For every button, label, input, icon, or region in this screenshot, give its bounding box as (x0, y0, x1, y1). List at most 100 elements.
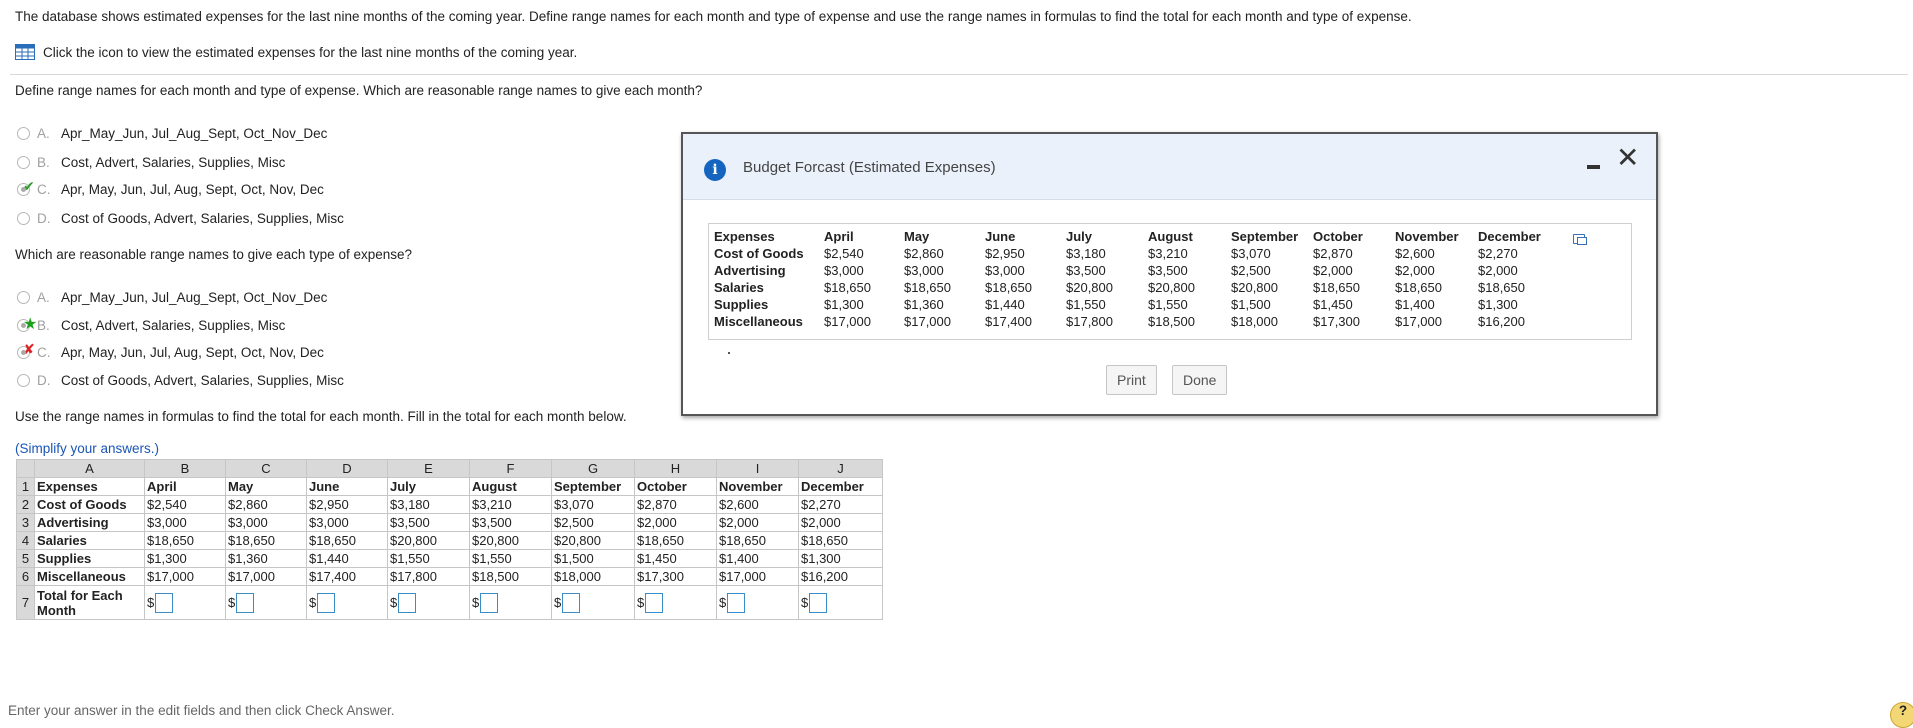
q2-option-b-letter: B. (37, 317, 50, 333)
table-cell: $2,500 (1231, 263, 1271, 278)
row-label: Miscellaneous (714, 314, 803, 329)
done-button[interactable]: Done (1172, 365, 1228, 395)
q1-option-d-letter: D. (37, 210, 51, 226)
q1-radio-b[interactable] (17, 155, 30, 169)
q2-option-c-text: Apr, May, Jun, Jul, Aug, Sept, Oct, Nov,… (61, 344, 324, 360)
dot-marker (728, 352, 730, 354)
table-cell: $1,500 (1231, 297, 1271, 312)
header-cell: April (824, 229, 854, 244)
header-cell: May (225, 477, 307, 496)
table-cell: $3,000 (225, 513, 307, 532)
table-cell: $17,000 (716, 567, 799, 586)
q1-option-d[interactable]: D. Cost of Goods, Advert, Salaries, Supp… (17, 209, 344, 227)
table-cell: $17,000 (904, 314, 951, 329)
dollar-sign: $ (147, 595, 155, 610)
table-row: 1 Expenses April May June July August Se… (16, 477, 883, 496)
q2-option-d[interactable]: D. Cost of Goods, Advert, Salaries, Supp… (17, 371, 344, 389)
q1-radio-d[interactable] (17, 211, 30, 225)
q2-radio-a[interactable] (17, 290, 30, 304)
table-cell: $2,000 (1478, 263, 1518, 278)
q1-option-a-letter: A. (37, 125, 50, 141)
incorrect-x-icon: ✘ (23, 340, 35, 357)
table-cell: $3,000 (985, 263, 1025, 278)
total-cell-september: $ (551, 585, 635, 620)
table-cell: $2,000 (634, 513, 717, 532)
total-input-august[interactable] (480, 592, 499, 613)
dollar-sign: $ (472, 595, 480, 610)
header-cell: November (1395, 229, 1459, 244)
total-input-december[interactable] (809, 592, 828, 613)
table-cell: $1,440 (306, 549, 388, 568)
col-header: J (798, 459, 883, 478)
row-label: Supplies (714, 297, 769, 312)
table-cell: $3,180 (387, 495, 470, 514)
total-input-june[interactable] (317, 592, 336, 613)
q1-radio-c[interactable]: ✔ (17, 178, 35, 196)
q2-radio-b[interactable]: ★ (17, 316, 37, 333)
total-cell-may: $ (225, 585, 307, 620)
total-input-september[interactable] (562, 592, 581, 613)
table-cell: $17,400 (306, 567, 388, 586)
minimize-button[interactable] (1587, 165, 1600, 169)
q2-option-a[interactable]: A. Apr_May_Jun, Jul_Aug_Sept, Oct_Nov_De… (17, 288, 327, 306)
row-label: Cost of Goods (34, 495, 145, 514)
q2-option-c[interactable]: ✘ C. Apr, May, Jun, Jul, Aug, Sept, Oct,… (17, 341, 324, 361)
table-cell: $3,500 (1148, 263, 1188, 278)
table-cell: $1,550 (1066, 297, 1106, 312)
q1-radio-a[interactable] (17, 126, 30, 140)
q1-option-c[interactable]: ✔ C. Apr, May, Jun, Jul, Aug, Sept, Oct,… (17, 178, 324, 198)
table-cell: $1,450 (1313, 297, 1353, 312)
copy-icon[interactable] (1573, 234, 1587, 245)
q2-option-d-text: Cost of Goods, Advert, Salaries, Supplie… (61, 372, 344, 388)
table-cell: $18,650 (1313, 280, 1360, 295)
question2-prompt: Which are reasonable range names to give… (15, 247, 412, 262)
close-icon[interactable]: ✕ (1616, 143, 1639, 173)
table-cell: $17,400 (985, 314, 1032, 329)
dollar-sign: $ (309, 595, 317, 610)
star-icon: ★ (23, 315, 38, 333)
total-input-november[interactable] (727, 592, 746, 613)
table-cell: $16,200 (1478, 314, 1525, 329)
q2-option-b[interactable]: ★ B. Cost, Advert, Salaries, Supplies, M… (17, 316, 285, 334)
table-cell: $3,000 (306, 513, 388, 532)
table-row: Advertising $3,000 $3,000 $3,000 $3,500 … (714, 262, 1558, 279)
q2-radio-c[interactable]: ✘ (17, 341, 35, 359)
table-cell: $17,800 (1066, 314, 1113, 329)
total-input-may[interactable] (236, 592, 255, 613)
table-cell: $17,000 (144, 567, 226, 586)
table-cell: $18,500 (1148, 314, 1195, 329)
table-cell: $20,800 (469, 531, 552, 550)
table-cell: $3,500 (1066, 263, 1106, 278)
corner-cell (16, 459, 35, 478)
table-icon[interactable] (15, 44, 35, 60)
total-input-april[interactable] (155, 592, 174, 613)
q1-option-b-letter: B. (37, 154, 50, 170)
checkmark-icon: ✔ (23, 177, 35, 194)
table-row: Expenses April May June July August Sept… (714, 228, 1558, 245)
table-row: 3 Advertising $3,000 $3,000 $3,000 $3,50… (16, 513, 883, 532)
table-cell: $18,650 (225, 531, 307, 550)
header-cell: August (1148, 229, 1193, 244)
total-input-october[interactable] (645, 592, 664, 613)
header-cell: July (387, 477, 470, 496)
table-cell: $17,000 (225, 567, 307, 586)
row-number: 7 (16, 585, 35, 620)
budget-table-frame: Expenses April May June July August Sept… (708, 223, 1632, 340)
row-label: Advertising (714, 263, 786, 278)
print-button[interactable]: Print (1106, 365, 1157, 395)
header-cell: June (985, 229, 1016, 244)
table-cell: $2,540 (824, 246, 864, 261)
view-data-link[interactable]: Click the icon to view the estimated exp… (15, 44, 577, 60)
q2-radio-d[interactable] (17, 373, 30, 387)
total-input-july[interactable] (398, 592, 417, 613)
table-cell: $3,180 (1066, 246, 1106, 261)
q1-option-c-text: Apr, May, Jun, Jul, Aug, Sept, Oct, Nov,… (61, 181, 324, 197)
dollar-sign: $ (228, 595, 236, 610)
q1-option-a[interactable]: A. Apr_May_Jun, Jul_Aug_Sept, Oct_Nov_De… (17, 124, 327, 142)
table-row: 2 Cost of Goods $2,540 $2,860 $2,950 $3,… (16, 495, 883, 514)
table-cell: $2,600 (1395, 246, 1435, 261)
table-cell: $1,440 (985, 297, 1025, 312)
total-cell-july: $ (387, 585, 470, 620)
help-button[interactable]: ? (1890, 702, 1913, 728)
q1-option-b[interactable]: B. Cost, Advert, Salaries, Supplies, Mis… (17, 153, 285, 171)
